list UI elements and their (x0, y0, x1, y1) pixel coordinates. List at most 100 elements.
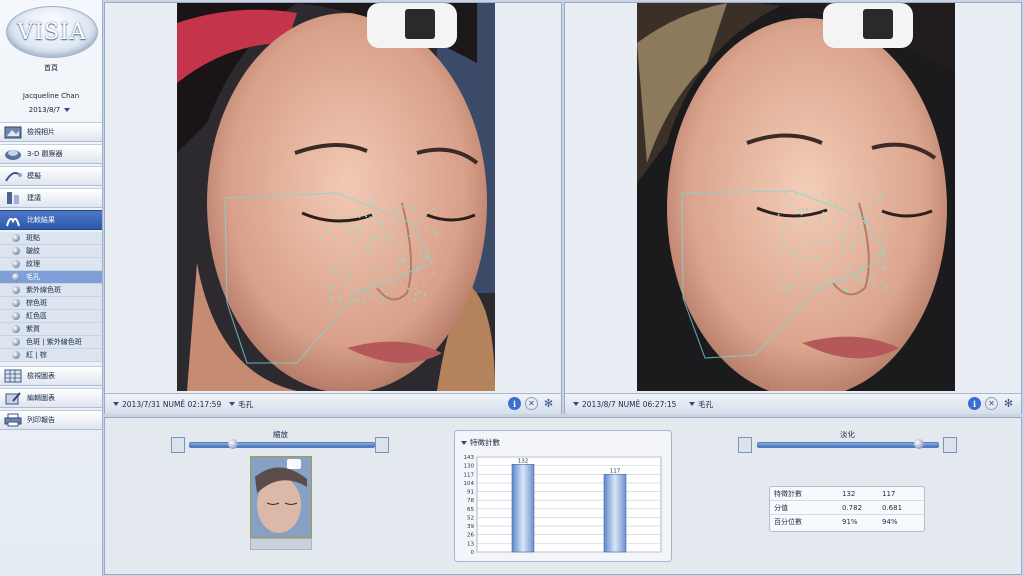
sub-item-red-brown[interactable]: 紅 | 棕 (0, 349, 102, 362)
menu-label: 編輯圖表 (27, 394, 55, 402)
menu-compare-results[interactable]: 比較結果 (0, 210, 102, 230)
sub-item-red-areas[interactable]: 紅色區 (0, 310, 102, 323)
sub-item-spots-uv[interactable]: 色斑 | 紫外線色斑 (0, 336, 102, 349)
pore-marker (845, 268, 848, 271)
menu-recommendation[interactable]: 建議 (0, 188, 102, 208)
sub-item-wrinkles[interactable]: 皺紋 (0, 245, 102, 258)
sub-item-label: 紫質 (26, 325, 40, 333)
pore-marker (846, 233, 849, 236)
menu-simulation[interactable]: 模擬 (0, 166, 102, 186)
3d-viewer-icon (2, 146, 24, 162)
fade-after-icon[interactable] (943, 437, 957, 453)
pore-marker (864, 221, 867, 224)
pore-marker (792, 226, 795, 229)
bar-before[interactable] (511, 464, 535, 553)
pore-marker (836, 203, 839, 206)
pore-marker (418, 251, 421, 254)
zoom-slider[interactable] (189, 439, 375, 449)
pore-marker (805, 207, 807, 210)
pore-marker (355, 299, 358, 301)
pore-marker (846, 223, 849, 225)
gear-icon[interactable]: ✻ (1002, 397, 1015, 410)
thumbnail-scrollbar[interactable] (250, 538, 312, 550)
zoom-thumbnail[interactable] (250, 456, 312, 538)
menu-print-report[interactable]: 列印報告 (0, 410, 102, 430)
pore-marker (821, 270, 824, 273)
pore-marker (329, 198, 332, 201)
pore-marker (884, 267, 887, 270)
info-icon[interactable]: i (508, 397, 521, 410)
sub-item-texture[interactable]: 紋理 (0, 258, 102, 271)
pore-marker (375, 265, 378, 268)
pore-marker (435, 235, 438, 237)
pore-marker (329, 299, 332, 301)
menu-view-photos[interactable]: 檢視相片 (0, 122, 102, 142)
visia-logo[interactable]: VISIA (6, 6, 98, 58)
fade-slider-handle[interactable] (914, 439, 925, 449)
gear-icon[interactable]: ✻ (542, 397, 555, 410)
pore-marker (338, 296, 341, 299)
sub-item-uv-spots[interactable]: 紫外線色斑 (0, 284, 102, 297)
pore-marker (862, 220, 865, 223)
bar-value-label: 117 (610, 468, 621, 474)
pore-marker (827, 276, 830, 279)
menu-edit-charts[interactable]: 編輯圖表 (0, 388, 102, 408)
pore-marker (414, 299, 417, 302)
pore-marker (829, 199, 832, 202)
pore-marker (393, 283, 396, 286)
pore-marker (783, 246, 786, 249)
right-date-selector[interactable]: 2013/8/7 NUMĚ 06:27:15 (573, 400, 683, 409)
fade-before-icon[interactable] (738, 437, 752, 453)
menu-view-charts[interactable]: 檢視圖表 (0, 366, 102, 386)
pore-marker (819, 219, 821, 222)
y-tick-label: 117 (464, 472, 475, 478)
sub-item-label: 棕色斑 (26, 299, 47, 307)
pore-marker (370, 237, 373, 240)
left-face-photo[interactable] (177, 3, 495, 391)
pore-marker (841, 236, 844, 239)
pore-marker (411, 210, 414, 213)
fade-slider[interactable] (757, 439, 939, 449)
photo-icon (2, 124, 24, 140)
close-icon[interactable]: ✕ (985, 397, 998, 410)
left-mode-selector[interactable]: 毛孔 (229, 399, 253, 410)
menu-3d-viewer[interactable]: 3-D 觀察器 (0, 144, 102, 164)
pore-marker (350, 272, 353, 275)
sub-item-spots[interactable]: 斑點 (0, 232, 102, 245)
pore-marker (341, 223, 343, 226)
pore-marker (851, 247, 854, 250)
pore-marker (358, 216, 361, 219)
pore-marker (349, 292, 352, 295)
menu-label: 建議 (27, 194, 41, 202)
pore-marker (329, 208, 332, 211)
sub-item-porphyrins[interactable]: 紫質 (0, 323, 102, 336)
face-small-icon[interactable] (171, 437, 185, 453)
info-icon[interactable]: i (968, 397, 981, 410)
y-tick-label: 13 (467, 541, 474, 547)
sub-item-pores[interactable]: 毛孔 (0, 271, 102, 284)
pore-marker (408, 235, 411, 237)
close-icon[interactable]: ✕ (525, 397, 538, 410)
zoom-slider-handle[interactable] (228, 439, 239, 449)
right-mode-selector[interactable]: 毛孔 (689, 399, 713, 410)
chevron-down-icon (113, 402, 119, 406)
pore-marker (368, 231, 371, 234)
radio-icon (12, 286, 20, 294)
pore-marker (363, 300, 366, 303)
left-date-selector[interactable]: 2013/7/31 NUMĚ 02:17:59 (113, 400, 223, 409)
y-tick-label: 65 (467, 507, 474, 513)
right-face-photo[interactable] (637, 3, 955, 391)
pore-marker (815, 258, 818, 261)
sub-item-brown-spots[interactable]: 棕色斑 (0, 297, 102, 310)
pore-marker (850, 243, 853, 246)
radio-icon (12, 260, 20, 268)
pore-marker (401, 243, 404, 246)
patient-date-selector[interactable]: 2013/8/7 (0, 106, 102, 114)
bar-after[interactable] (603, 473, 627, 553)
pore-marker (809, 257, 812, 260)
pore-marker (842, 242, 845, 245)
home-link[interactable]: 首頁 (0, 63, 102, 73)
pore-marker (789, 204, 792, 207)
sub-item-label: 紋理 (26, 260, 40, 268)
eye-zoom-icon[interactable] (375, 437, 389, 453)
